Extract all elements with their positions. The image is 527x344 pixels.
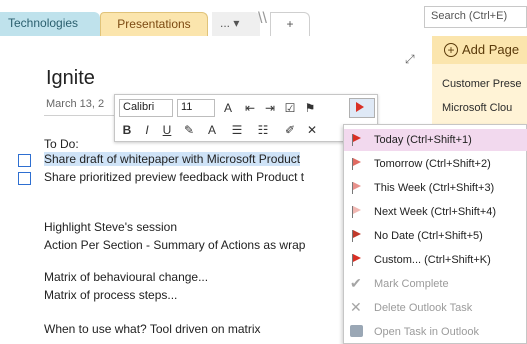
font-name-select[interactable]: Calibri: [119, 99, 173, 117]
menu-item-today[interactable]: Today (Ctrl+Shift+1): [344, 129, 527, 151]
add-section-button[interactable]: +: [270, 12, 310, 36]
tab-separator: \\: [258, 10, 267, 27]
page-list: Customer Prese Microsoft Clou: [432, 72, 527, 120]
flag-icon: [350, 158, 362, 170]
add-page-button[interactable]: + Add Page: [432, 36, 527, 64]
flag-icon: [350, 230, 362, 242]
page-title[interactable]: Ignite: [46, 67, 95, 90]
task-checkbox[interactable]: [18, 172, 31, 185]
flag-icon: [350, 206, 362, 218]
tag-icon[interactable]: ⚑: [301, 99, 319, 117]
mini-toolbar: Calibri 11 A ⇤ ⇥ ☑ ⚑ B I U ✎ A ☰ ☷ ✐ ✕: [114, 94, 378, 142]
menu-item-custom[interactable]: Custom... (Ctrl+Shift+K): [344, 249, 527, 271]
menu-item-label: Delete Outlook Task: [374, 302, 473, 314]
bold-button[interactable]: B: [119, 121, 135, 139]
menu-item-next-week[interactable]: Next Week (Ctrl+Shift+4): [344, 201, 527, 223]
note-when[interactable]: When to use what? Tool driven on matrix: [44, 322, 261, 336]
decrease-indent-icon[interactable]: ⇤: [241, 99, 259, 117]
menu-item-label: Tomorrow (Ctrl+Shift+2): [374, 158, 491, 170]
note-task-2[interactable]: Share prioritized preview feedback with …: [44, 170, 304, 184]
page-list-item[interactable]: Microsoft Clou: [432, 96, 527, 120]
menu-item-no-date[interactable]: No Date (Ctrl+Shift+5): [344, 225, 527, 247]
note-todo[interactable]: To Do:: [44, 137, 79, 151]
menu-item-label: Next Week (Ctrl+Shift+4): [374, 206, 497, 218]
page-date: March 13, 2: [46, 98, 105, 110]
menu-item-label: This Week (Ctrl+Shift+3): [374, 182, 495, 194]
tab-presentations[interactable]: Presentations: [100, 12, 208, 36]
search-input[interactable]: Search (Ctrl+E): [424, 6, 527, 28]
menu-item-this-week[interactable]: This Week (Ctrl+Shift+3): [344, 177, 527, 199]
flag-icon: [350, 254, 362, 266]
checkbox-tag-icon[interactable]: ☑: [281, 99, 299, 117]
highlight-icon[interactable]: ✎: [179, 121, 199, 139]
outlook-icon: [350, 325, 363, 337]
menu-item-label: Custom... (Ctrl+Shift+K): [374, 254, 491, 266]
note-highlight[interactable]: Highlight Steve's session: [44, 220, 177, 234]
menu-item-label: Open Task in Outlook: [374, 326, 479, 338]
page-list-item[interactable]: Customer Prese: [432, 72, 527, 96]
tab-more-dropdown[interactable]: ... ▾: [212, 12, 260, 36]
note-task-1[interactable]: Share draft of whitepaper with Microsoft…: [44, 152, 301, 166]
clear-formatting-icon[interactable]: ✕: [303, 121, 321, 139]
menu-item-label: No Date (Ctrl+Shift+5): [374, 230, 483, 242]
menu-item-mark-complete[interactable]: ✔ Mark Complete: [344, 273, 527, 295]
font-size-select[interactable]: 11: [177, 99, 215, 117]
increase-indent-icon[interactable]: ⇥: [261, 99, 279, 117]
plus-circle-icon: +: [444, 43, 458, 57]
section-tab-bar: Technologies Presentations ... ▾ \\ + Se…: [0, 0, 527, 36]
font-color-icon[interactable]: A: [219, 99, 237, 117]
outlook-task-flag-button[interactable]: [349, 98, 375, 118]
flag-icon: [350, 182, 362, 194]
menu-item-delete-task[interactable]: ✕ Delete Outlook Task: [344, 297, 527, 319]
menu-item-label: Today (Ctrl+Shift+1): [374, 134, 472, 146]
italic-button[interactable]: I: [139, 121, 155, 139]
note-action[interactable]: Action Per Section - Summary of Actions …: [44, 238, 305, 252]
note-matrix-2[interactable]: Matrix of process steps...: [44, 288, 177, 302]
numbering-icon[interactable]: ☷: [253, 121, 273, 139]
red-flag-icon: [350, 134, 362, 146]
menu-item-open-in-outlook[interactable]: Open Task in Outlook: [344, 321, 527, 343]
underline-button[interactable]: U: [159, 121, 175, 139]
menu-item-label: Mark Complete: [374, 278, 449, 290]
delete-icon: ✕: [350, 299, 362, 315]
menu-item-tomorrow[interactable]: Tomorrow (Ctrl+Shift+2): [344, 153, 527, 175]
font-color-icon[interactable]: A: [203, 121, 221, 139]
flag-icon: [356, 101, 364, 112]
checkmark-icon: ✔: [350, 275, 362, 291]
add-page-label: Add Page: [462, 42, 520, 57]
format-painter-icon[interactable]: ✐: [281, 121, 299, 139]
outlook-task-menu: Today (Ctrl+Shift+1) Tomorrow (Ctrl+Shif…: [343, 124, 527, 344]
bullets-icon[interactable]: ☰: [227, 121, 247, 139]
task-checkbox[interactable]: [18, 154, 31, 167]
note-matrix-1[interactable]: Matrix of behavioural change...: [44, 270, 208, 284]
expand-icon[interactable]: ⤢: [405, 52, 415, 67]
tab-technologies[interactable]: Technologies: [0, 12, 100, 36]
